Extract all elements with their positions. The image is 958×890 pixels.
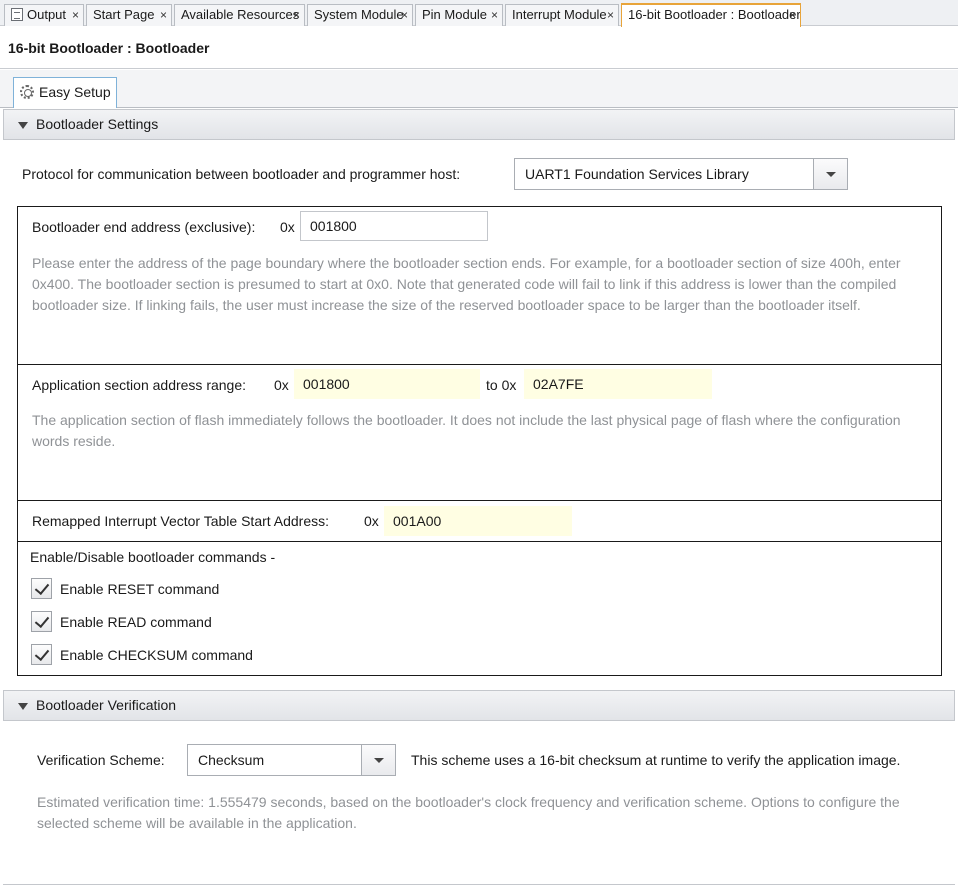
editor-tab-bar: Output × Start Page × Available Resource… bbox=[0, 0, 958, 27]
ivt-start-address-label: Remapped Interrupt Vector Table Start Ad… bbox=[32, 513, 330, 529]
to-hex-label: to 0x bbox=[486, 377, 517, 393]
enable-read-checkbox[interactable] bbox=[31, 611, 52, 632]
enable-reset-checkbox[interactable] bbox=[31, 578, 52, 599]
close-icon[interactable]: × bbox=[789, 5, 796, 25]
end-address-label: Bootloader end address (exclusive): bbox=[32, 219, 256, 235]
tab-label: Start Page bbox=[93, 7, 155, 22]
collapse-triangle-icon[interactable] bbox=[18, 122, 28, 129]
page-title: 16-bit Bootloader : Bootloader bbox=[8, 40, 210, 56]
hex-prefix: 0x bbox=[280, 219, 295, 235]
verification-scheme-description: This scheme uses a 16-bit checksum at ru… bbox=[411, 752, 901, 768]
tab-interrupt-module[interactable]: Interrupt Module × bbox=[505, 4, 619, 26]
close-icon[interactable]: × bbox=[607, 5, 614, 25]
output-window-icon bbox=[11, 8, 23, 21]
tab-easy-setup[interactable]: Easy Setup bbox=[13, 77, 117, 108]
close-icon[interactable]: × bbox=[491, 5, 498, 25]
chevron-down-icon[interactable] bbox=[361, 745, 395, 775]
close-icon[interactable]: × bbox=[293, 5, 300, 25]
tab-label: Available Resources bbox=[181, 7, 300, 22]
tab-pin-module[interactable]: Pin Module × bbox=[415, 4, 503, 26]
tab-label: Pin Module bbox=[422, 7, 488, 22]
tab-available-resources[interactable]: Available Resources × bbox=[174, 4, 305, 26]
protocol-selected-value: UART1 Foundation Services Library bbox=[525, 166, 749, 182]
section-title: Bootloader Verification bbox=[36, 697, 177, 713]
close-icon[interactable]: × bbox=[160, 5, 167, 25]
collapse-triangle-icon[interactable] bbox=[18, 703, 28, 710]
verification-help-text: Estimated verification time: 1.555479 se… bbox=[37, 794, 900, 831]
tab-start-page[interactable]: Start Page × bbox=[86, 4, 172, 26]
tab-16-bit-bootloader[interactable]: 16-bit Bootloader : Bootloader × bbox=[621, 3, 801, 27]
tab-label: Easy Setup bbox=[39, 84, 111, 100]
bootloader-commands-panel: Enable/Disable bootloader commands - Ena… bbox=[17, 541, 942, 676]
enable-checksum-label: Enable CHECKSUM command bbox=[60, 647, 253, 663]
verification-scheme-dropdown[interactable]: Checksum bbox=[187, 744, 396, 776]
divider bbox=[0, 68, 958, 69]
ivt-start-address: 001A00 bbox=[384, 506, 572, 536]
tab-label: Output bbox=[27, 7, 67, 22]
end-address-panel: Bootloader end address (exclusive): 0x 0… bbox=[17, 206, 942, 365]
application-end-address: 02A7FE bbox=[524, 369, 712, 399]
tab-label: System Module bbox=[314, 7, 404, 22]
configuration-tab-strip: Easy Setup bbox=[0, 70, 958, 108]
close-icon[interactable]: × bbox=[401, 5, 408, 25]
application-range-help-text: The application section of flash immedia… bbox=[32, 412, 901, 449]
end-address-input[interactable]: 001800 bbox=[300, 211, 488, 241]
bootloader-settings-section-header[interactable]: Bootloader Settings bbox=[3, 109, 955, 140]
commands-title: Enable/Disable bootloader commands - bbox=[30, 549, 276, 565]
protocol-dropdown[interactable]: UART1 Foundation Services Library bbox=[514, 158, 848, 190]
ivt-panel: Remapped Interrupt Vector Table Start Ad… bbox=[17, 500, 942, 542]
bootloader-verification-section-header[interactable]: Bootloader Verification bbox=[3, 690, 955, 721]
chevron-down-icon[interactable] bbox=[813, 159, 847, 189]
tab-label: 16-bit Bootloader : Bootloader bbox=[628, 7, 801, 22]
enable-reset-label: Enable RESET command bbox=[60, 581, 220, 597]
hex-prefix: 0x bbox=[364, 513, 379, 529]
hex-prefix: 0x bbox=[274, 377, 289, 393]
application-start-address: 001800 bbox=[294, 369, 480, 399]
tab-label: Interrupt Module bbox=[512, 7, 607, 22]
end-address-help-text: Please enter the address of the page bou… bbox=[32, 255, 901, 313]
tab-system-module[interactable]: System Module × bbox=[307, 4, 413, 26]
divider bbox=[3, 884, 955, 885]
protocol-label: Protocol for communication between bootl… bbox=[22, 166, 461, 182]
application-range-panel: Application section address range: 0x 00… bbox=[17, 364, 942, 501]
tab-output[interactable]: Output × bbox=[4, 4, 84, 26]
close-icon[interactable]: × bbox=[72, 5, 79, 25]
verification-scheme-selected-value: Checksum bbox=[198, 752, 265, 768]
application-range-label: Application section address range: bbox=[32, 377, 247, 393]
enable-read-label: Enable READ command bbox=[60, 614, 212, 630]
verification-scheme-label: Verification Scheme: bbox=[37, 752, 165, 768]
gear-icon bbox=[20, 85, 34, 99]
enable-checksum-checkbox[interactable] bbox=[31, 644, 52, 665]
section-title: Bootloader Settings bbox=[36, 116, 159, 132]
